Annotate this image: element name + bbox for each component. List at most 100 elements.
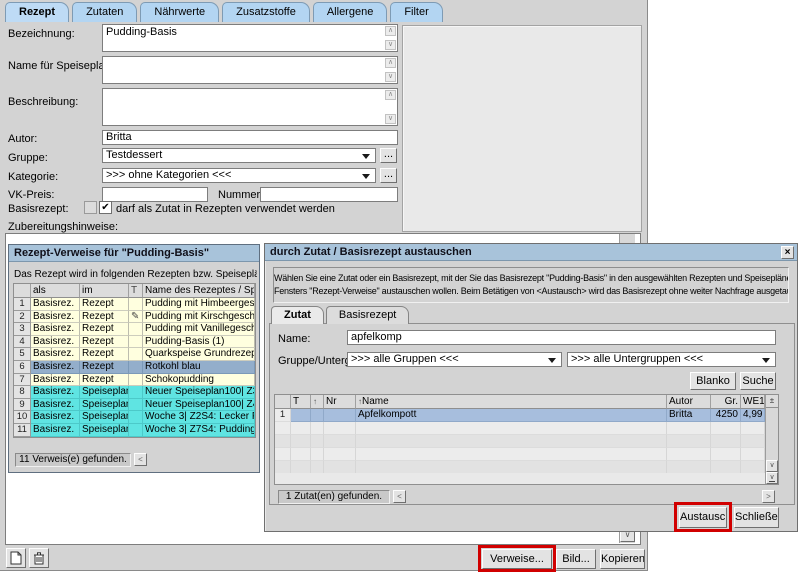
gruppe-select[interactable]: Testdessert bbox=[102, 148, 376, 163]
autor-input[interactable]: Britta bbox=[102, 130, 398, 145]
verweise-table-row[interactable]: 7 Basisrez. Rezept Schokopudding bbox=[14, 374, 255, 387]
verweise-table-row[interactable]: 8 Basisrez. Speiseplan Neuer Speiseplan1… bbox=[14, 386, 255, 399]
schliessen-button[interactable]: Schließen bbox=[734, 507, 779, 528]
verweise-table-header: als im T Name des Rezeptes / Speise bbox=[14, 284, 255, 298]
bild-button[interactable]: Bild... bbox=[556, 549, 596, 569]
row-type-icon bbox=[129, 348, 143, 361]
basisrezept-checkbox[interactable] bbox=[84, 201, 97, 214]
sort-both-icon: ± bbox=[766, 395, 778, 408]
delete-button[interactable] bbox=[29, 548, 49, 568]
verweise-table-row[interactable]: 1 Basisrez. Rezept Pudding mit Himbeerge… bbox=[14, 298, 255, 311]
col-t[interactable]: T bbox=[291, 395, 311, 409]
col-name[interactable]: ↑Name bbox=[356, 395, 667, 409]
app: RezeptZutatenNährwerteZusatzstoffeAllerg… bbox=[0, 0, 800, 574]
verweise-table-row[interactable]: 11 Basisrez. Speiseplan Woche 3| Z7S4: P… bbox=[14, 424, 255, 437]
chevron-down-icon: ∨ bbox=[769, 462, 774, 469]
zutat-table-row[interactable] bbox=[275, 435, 765, 448]
scroll-up-icon[interactable]: ∧ bbox=[385, 90, 396, 100]
zutat-table-row[interactable] bbox=[275, 448, 765, 461]
verweise-description: Das Rezept wird in folgenden Rezepten bz… bbox=[14, 269, 257, 280]
nummer-input[interactable] bbox=[260, 187, 398, 202]
zutat-table-row[interactable]: 1 Apfelkompott Britta 4250 4,99 bbox=[275, 409, 765, 422]
zubereitung-label: Zubereitungshinweise: bbox=[8, 221, 118, 233]
close-button[interactable]: × bbox=[781, 246, 794, 259]
row-type-icon bbox=[129, 399, 143, 412]
zutat-table-row[interactable] bbox=[275, 461, 765, 473]
tab-allergene[interactable]: Allergene bbox=[313, 2, 387, 22]
scroll-down-icon[interactable]: ∨ bbox=[385, 72, 396, 82]
gruppe-label: Gruppe: bbox=[8, 152, 48, 164]
kopieren-button[interactable]: Kopieren... bbox=[600, 549, 645, 569]
row-type-icon bbox=[129, 424, 143, 437]
scroll-down-button[interactable]: ∨ bbox=[766, 460, 778, 472]
check-icon: ✔ bbox=[101, 202, 109, 213]
verweise-button[interactable]: Verweise... bbox=[482, 549, 552, 569]
scroll-right-button[interactable]: > bbox=[762, 490, 775, 503]
zutat-table-header: T ↑ Nr ↑Name Autor Gr. WE1 bbox=[275, 395, 765, 409]
dialog-title: durch Zutat / Basisrezept austauschen bbox=[265, 244, 797, 261]
speiseplan-name-label: Name für Speiseplan: bbox=[8, 60, 114, 72]
verweise-table-row[interactable]: 4 Basisrez. Rezept Pudding-Basis (1) bbox=[14, 336, 255, 349]
col-als[interactable]: als bbox=[31, 284, 80, 298]
beschreibung-textarea[interactable]: ∧ ∨ bbox=[102, 88, 398, 126]
speiseplan-name-textarea[interactable]: ∧ ∨ bbox=[102, 56, 398, 84]
trash-icon bbox=[33, 552, 45, 565]
gruppe-more-button[interactable]: ... bbox=[380, 148, 397, 163]
col-we1[interactable]: WE1 bbox=[741, 395, 765, 409]
tab-nährwerte[interactable]: Nährwerte bbox=[140, 2, 219, 22]
scroll-down-icon[interactable]: ∨ bbox=[385, 40, 396, 50]
col-autor[interactable]: Autor bbox=[667, 395, 711, 409]
scroll-left-button[interactable]: < bbox=[134, 453, 147, 466]
verweise-table-row[interactable]: 10 Basisrez. Speiseplan Woche 3| Z2S4: L… bbox=[14, 411, 255, 424]
dialog-tab-zutat[interactable]: Zutat bbox=[271, 306, 324, 324]
col-name[interactable]: Name des Rezeptes / Speise bbox=[143, 284, 255, 298]
row-type-icon bbox=[129, 386, 143, 399]
suche-button[interactable]: Suche bbox=[740, 372, 776, 390]
scroll-down-icon[interactable]: ∨ bbox=[385, 114, 396, 124]
kategorie-select[interactable]: >>> ohne Kategorien <<< bbox=[102, 168, 376, 183]
verweise-table-row[interactable]: 5 Basisrez. Rezept Quarkspeise Grundreze… bbox=[14, 348, 255, 361]
untergruppen-select[interactable]: >>> alle Untergruppen <<< bbox=[567, 352, 776, 367]
chevron-right-icon: > bbox=[766, 492, 771, 501]
row-type-icon bbox=[129, 336, 143, 349]
scroll-up-icon[interactable]: ∧ bbox=[385, 58, 396, 68]
scroll-up-icon[interactable]: ∧ bbox=[385, 26, 396, 36]
tab-zusatzstoffe[interactable]: Zusatzstoffe bbox=[222, 2, 310, 22]
austausch-button[interactable]: Austausch bbox=[679, 507, 727, 528]
tab-zutaten[interactable]: Zutaten bbox=[72, 2, 137, 22]
zutat-table-row[interactable] bbox=[275, 422, 765, 435]
col-nr[interactable]: Nr bbox=[324, 395, 356, 409]
row-type-icon bbox=[129, 361, 143, 374]
col-gr[interactable]: Gr. bbox=[711, 395, 741, 409]
tab-rezept[interactable]: Rezept bbox=[5, 2, 69, 22]
chevron-left-icon: < bbox=[138, 455, 143, 464]
scroll-left-button[interactable]: < bbox=[393, 490, 406, 503]
dialog-tab-basisrezept[interactable]: Basisrezept bbox=[326, 306, 409, 324]
col-t[interactable]: T bbox=[129, 284, 143, 298]
verweise-table-row[interactable]: 9 Basisrez. Speiseplan Neuer Speiseplan1… bbox=[14, 399, 255, 412]
tab-filter[interactable]: Filter bbox=[390, 2, 442, 22]
kategorie-more-button[interactable]: ... bbox=[380, 168, 397, 183]
vk-preis-input[interactable] bbox=[102, 187, 208, 202]
close-icon: × bbox=[785, 247, 791, 258]
verweise-table-row[interactable]: 6 Basisrez. Rezept Rotkohl blau bbox=[14, 361, 255, 374]
new-entry-button[interactable] bbox=[6, 548, 26, 568]
zutat-verwendbar-label: darf als Zutat in Rezepten verwendet wer… bbox=[116, 203, 335, 215]
gruppen-select[interactable]: >>> alle Gruppen <<< bbox=[347, 352, 562, 367]
verweise-table-row[interactable]: 3 Basisrez. Rezept Pudding mit Vanillege… bbox=[14, 323, 255, 336]
zutat-verwendbar-checkbox[interactable]: ✔ bbox=[99, 201, 112, 214]
vk-preis-label: VK-Preis: bbox=[8, 189, 54, 201]
bezeichnung-textarea[interactable]: Pudding-Basis ∧ ∨ bbox=[102, 24, 398, 52]
chevron-down-icon: ∨ bbox=[769, 474, 774, 482]
nummer-label: Nummer: bbox=[218, 189, 263, 201]
col-im[interactable]: im bbox=[80, 284, 129, 298]
dialog-name-input[interactable]: apfelkomp bbox=[347, 330, 776, 345]
zutat-table-scrollbar[interactable]: ± ∨ ∨ bbox=[765, 395, 778, 484]
kategorie-label: Kategorie: bbox=[8, 171, 58, 183]
col-sort[interactable]: ↑ bbox=[311, 395, 324, 409]
blanko-button[interactable]: Blanko bbox=[690, 372, 736, 390]
bezeichnung-label: Bezeichnung: bbox=[8, 28, 75, 40]
verweise-table-row[interactable]: 2 Basisrez. Rezept ✎ Pudding mit Kirschg… bbox=[14, 311, 255, 324]
scroll-end-button[interactable]: ∨ bbox=[766, 472, 778, 484]
new-document-icon bbox=[10, 551, 22, 565]
